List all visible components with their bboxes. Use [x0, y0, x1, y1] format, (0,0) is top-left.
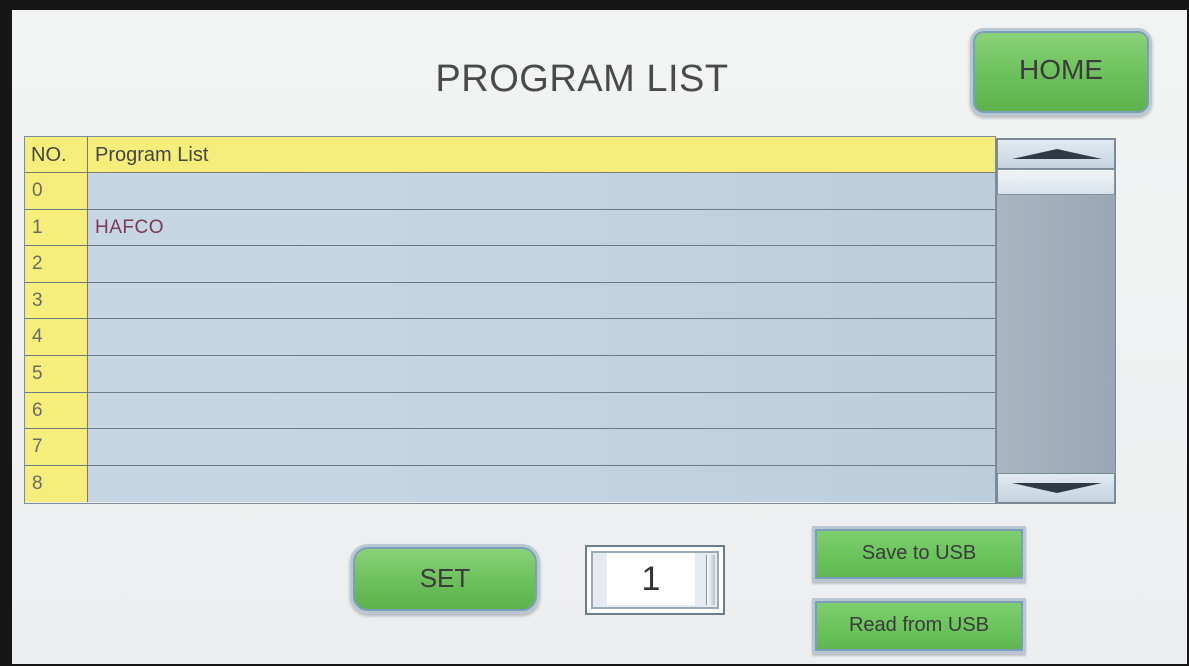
- row-number: 1: [25, 209, 88, 246]
- column-header-no: NO.: [25, 137, 88, 172]
- list-scrollbar[interactable]: [996, 138, 1116, 504]
- row-number: 2: [25, 246, 88, 282]
- column-header-program-list: Program List: [95, 144, 209, 166]
- program-number-input[interactable]: 1: [585, 545, 725, 615]
- home-button[interactable]: HOME: [970, 28, 1152, 116]
- row-number: 8: [25, 465, 88, 503]
- row-number: 0: [25, 173, 88, 209]
- row-number: 7: [25, 429, 88, 465]
- table-header: NO. Program List: [25, 137, 995, 173]
- table-row[interactable]: 5: [25, 355, 995, 393]
- row-number: 3: [25, 282, 88, 319]
- table-rows: 0 1 HAFCO 2 3 4 5 6 7 8: [25, 173, 995, 503]
- table-row[interactable]: 6: [25, 392, 995, 430]
- table-row[interactable]: 3: [25, 282, 995, 320]
- set-button[interactable]: SET: [350, 544, 540, 614]
- row-number: 5: [25, 355, 88, 392]
- scrollbar-thumb[interactable]: [997, 169, 1115, 195]
- scroll-up-button[interactable]: [997, 139, 1115, 169]
- row-number: 4: [25, 319, 88, 355]
- save-to-usb-button[interactable]: Save to USB: [812, 526, 1026, 582]
- program-name: HAFCO: [95, 216, 164, 238]
- hmi-screen: PROGRAM LIST HOME NO. Program List 0 1 H…: [12, 10, 1187, 664]
- row-number: 6: [25, 392, 88, 429]
- table-row[interactable]: 0: [25, 173, 995, 210]
- arrow-down-icon: [1012, 483, 1102, 493]
- input-edge-bar: [706, 555, 715, 605]
- table-row[interactable]: 4: [25, 319, 995, 356]
- table-row[interactable]: 2: [25, 246, 995, 283]
- table-row[interactable]: 1 HAFCO: [25, 209, 995, 247]
- arrow-up-icon: [1012, 149, 1102, 159]
- program-list-table: NO. Program List 0 1 HAFCO 2 3 4 5 6 7 8: [24, 136, 996, 504]
- table-row[interactable]: 7: [25, 429, 995, 466]
- read-from-usb-button[interactable]: Read from USB: [812, 598, 1026, 654]
- program-number-value: 1: [607, 553, 695, 605]
- table-row[interactable]: 8: [25, 465, 995, 503]
- scroll-down-button[interactable]: [997, 473, 1115, 503]
